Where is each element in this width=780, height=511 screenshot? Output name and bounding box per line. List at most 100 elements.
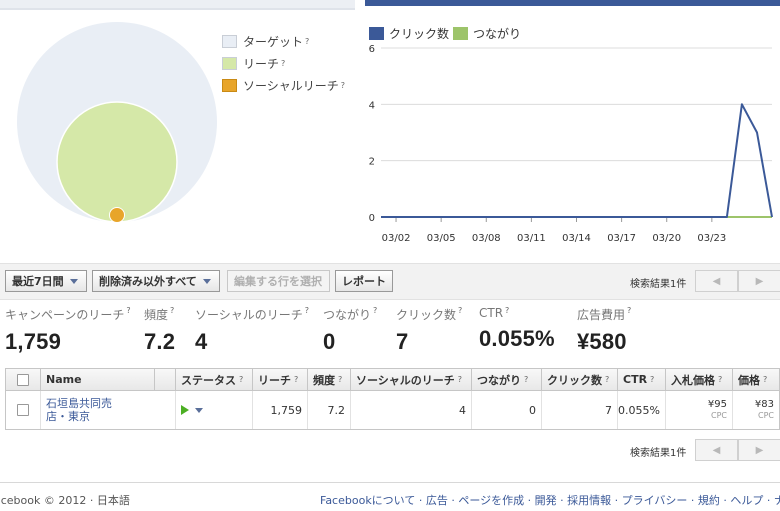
select-all-checkbox[interactable] xyxy=(17,373,29,386)
legend-swatch-reach xyxy=(222,56,237,70)
report-button[interactable]: レポート xyxy=(335,270,393,292)
help-icon[interactable]: ? xyxy=(341,81,345,90)
stat-frequency: 頻度? 7.2 xyxy=(144,306,175,355)
price-cell: ¥83 CPC xyxy=(733,391,779,429)
col-label: 価格 xyxy=(738,373,760,387)
col-header-connections[interactable]: つながり? xyxy=(472,369,542,390)
row-select-cell xyxy=(6,391,41,429)
row-checkbox[interactable] xyxy=(17,404,29,416)
help-icon[interactable]: ? xyxy=(294,375,298,384)
col-label: リーチ xyxy=(258,373,291,387)
help-icon[interactable]: ? xyxy=(524,375,528,384)
status-cell[interactable] xyxy=(176,391,253,429)
pager: ◀ ▶ xyxy=(695,270,780,292)
date-range-label: 最近7日間 xyxy=(12,275,64,288)
edit-selected-button[interactable]: 編集する行を選択 xyxy=(227,270,330,292)
left-panel-header xyxy=(0,0,355,10)
clicks-connections-chart: クリック数 つながり 0 2 4 6 03/02 03/05 03/08 03/11 03/14… xyxy=(365,12,780,262)
stat-label: キャンペーンのリーチ xyxy=(5,308,125,322)
stat-label: 広告費用 xyxy=(577,308,626,322)
help-icon[interactable]: ? xyxy=(627,306,631,315)
prev-page-button[interactable]: ◀ xyxy=(695,439,738,461)
col-header-price[interactable]: 価格? xyxy=(733,369,779,390)
bid-unit: CPC xyxy=(711,411,727,420)
col-header-social-reach[interactable]: ソーシャルのリーチ? xyxy=(351,369,472,390)
help-icon[interactable]: ? xyxy=(126,306,130,315)
legend-label-social-reach: ソーシャルリーチ xyxy=(243,78,339,93)
stat-ctr: CTR? 0.055% xyxy=(479,306,555,352)
help-icon[interactable]: ? xyxy=(650,375,654,384)
stat-label: ソーシャルのリーチ xyxy=(195,308,303,322)
help-icon[interactable]: ? xyxy=(605,375,609,384)
bid-value: ¥95 xyxy=(707,399,727,410)
prev-page-button[interactable]: ◀ xyxy=(695,270,738,292)
col-label: つながり xyxy=(477,373,521,387)
col-header-status[interactable]: ステータス? xyxy=(176,369,253,390)
stat-label: つながり xyxy=(323,308,372,322)
help-icon[interactable]: ? xyxy=(305,306,309,315)
reach-cell: 1,759 xyxy=(253,391,308,429)
report-label: レポート xyxy=(342,275,386,288)
bottom-results-count: 検索結果1件 xyxy=(630,448,687,459)
col-header-spacer xyxy=(155,369,176,390)
date-range-dropdown[interactable]: 最近7日間 xyxy=(5,270,87,292)
footer-copyright[interactable]: acebook © 2012 · 日本語 xyxy=(0,492,130,508)
help-icon[interactable]: ? xyxy=(305,37,309,46)
col-header-clicks[interactable]: クリック数? xyxy=(542,369,618,390)
col-label: 頻度 xyxy=(313,373,335,387)
col-label: ソーシャルのリーチ xyxy=(356,373,455,387)
stat-clicks: クリック数? 7 xyxy=(396,306,462,355)
help-icon[interactable]: ? xyxy=(718,375,722,384)
help-icon[interactable]: ? xyxy=(170,306,174,315)
x-tick-label: 03/17 xyxy=(607,233,636,244)
col-header-ctr[interactable]: CTR? xyxy=(618,369,666,390)
help-icon[interactable]: ? xyxy=(763,375,767,384)
filter-dropdown[interactable]: 削除済み以外すべて xyxy=(92,270,220,292)
results-count: 検索結果1件 xyxy=(630,279,687,290)
price-unit: CPC xyxy=(758,411,774,420)
table-row: 石垣島共同売 店・東京 1,759 7.2 4 0 7 0.055% ¥95 C… xyxy=(6,391,779,429)
stat-value: 7.2 xyxy=(144,329,176,354)
col-header-bid[interactable]: 入札価格? xyxy=(666,369,733,390)
stat-value: 0.055% xyxy=(479,326,555,351)
campaign-name-link[interactable]: 石垣島共同売 店・東京 xyxy=(46,397,112,423)
campaign-stats: キャンペーンのリーチ? 1,759 頻度? 7.2 ソーシャルのリーチ? 4 つ… xyxy=(0,306,780,362)
stat-social-reach: ソーシャルのリーチ? 4 xyxy=(195,306,309,355)
price-value: ¥83 xyxy=(754,399,774,410)
stat-value: ¥580 xyxy=(577,329,627,354)
next-page-button[interactable]: ▶ xyxy=(738,270,780,292)
frequency-cell: 7.2 xyxy=(308,391,351,429)
stat-campaign-reach: キャンペーンのリーチ? 1,759 xyxy=(5,306,131,355)
legend-item-social-reach: ソーシャルリーチ ? xyxy=(222,74,345,96)
y-tick-label: 4 xyxy=(369,100,375,111)
stat-label: クリック数 xyxy=(396,308,457,322)
bid-cell[interactable]: ¥95 CPC xyxy=(666,391,733,429)
bottom-pager: ◀ ▶ xyxy=(695,439,780,461)
campaign-table: Name ステータス? リーチ? 頻度? ソーシャルのリーチ? つながり? クリ… xyxy=(5,368,780,430)
stat-connections: つながり? 0 xyxy=(323,306,377,355)
help-icon[interactable]: ? xyxy=(458,375,462,384)
next-page-button[interactable]: ▶ xyxy=(738,439,780,461)
col-label: Name xyxy=(46,373,82,386)
legend-label-target: ターゲット xyxy=(243,34,304,49)
help-icon[interactable]: ? xyxy=(239,375,243,384)
col-label: クリック数 xyxy=(547,373,602,387)
social-reach-cell: 4 xyxy=(351,391,472,429)
social-reach-circle xyxy=(109,207,125,223)
y-tick-label: 2 xyxy=(369,157,375,168)
campaign-name-line: 石垣島共同売 xyxy=(46,397,112,410)
help-icon[interactable]: ? xyxy=(338,375,342,384)
table-header: Name ステータス? リーチ? 頻度? ソーシャルのリーチ? つながり? クリ… xyxy=(6,369,779,391)
col-header-reach[interactable]: リーチ? xyxy=(253,369,308,390)
x-tick-label: 03/02 xyxy=(382,233,411,244)
edit-selected-label: 編集する行を選択 xyxy=(234,275,322,288)
footer-links[interactable]: Facebookについて · 広告 · ページを作成 · 開発 · 採用情報 ·… xyxy=(320,492,780,508)
help-icon[interactable]: ? xyxy=(373,306,377,315)
help-icon[interactable]: ? xyxy=(505,306,509,315)
help-icon[interactable]: ? xyxy=(281,59,285,68)
legend-swatch-social-reach xyxy=(222,78,237,92)
connections-cell: 0 xyxy=(472,391,542,429)
help-icon[interactable]: ? xyxy=(458,306,462,315)
col-header-name[interactable]: Name xyxy=(41,369,155,390)
col-header-frequency[interactable]: 頻度? xyxy=(308,369,351,390)
